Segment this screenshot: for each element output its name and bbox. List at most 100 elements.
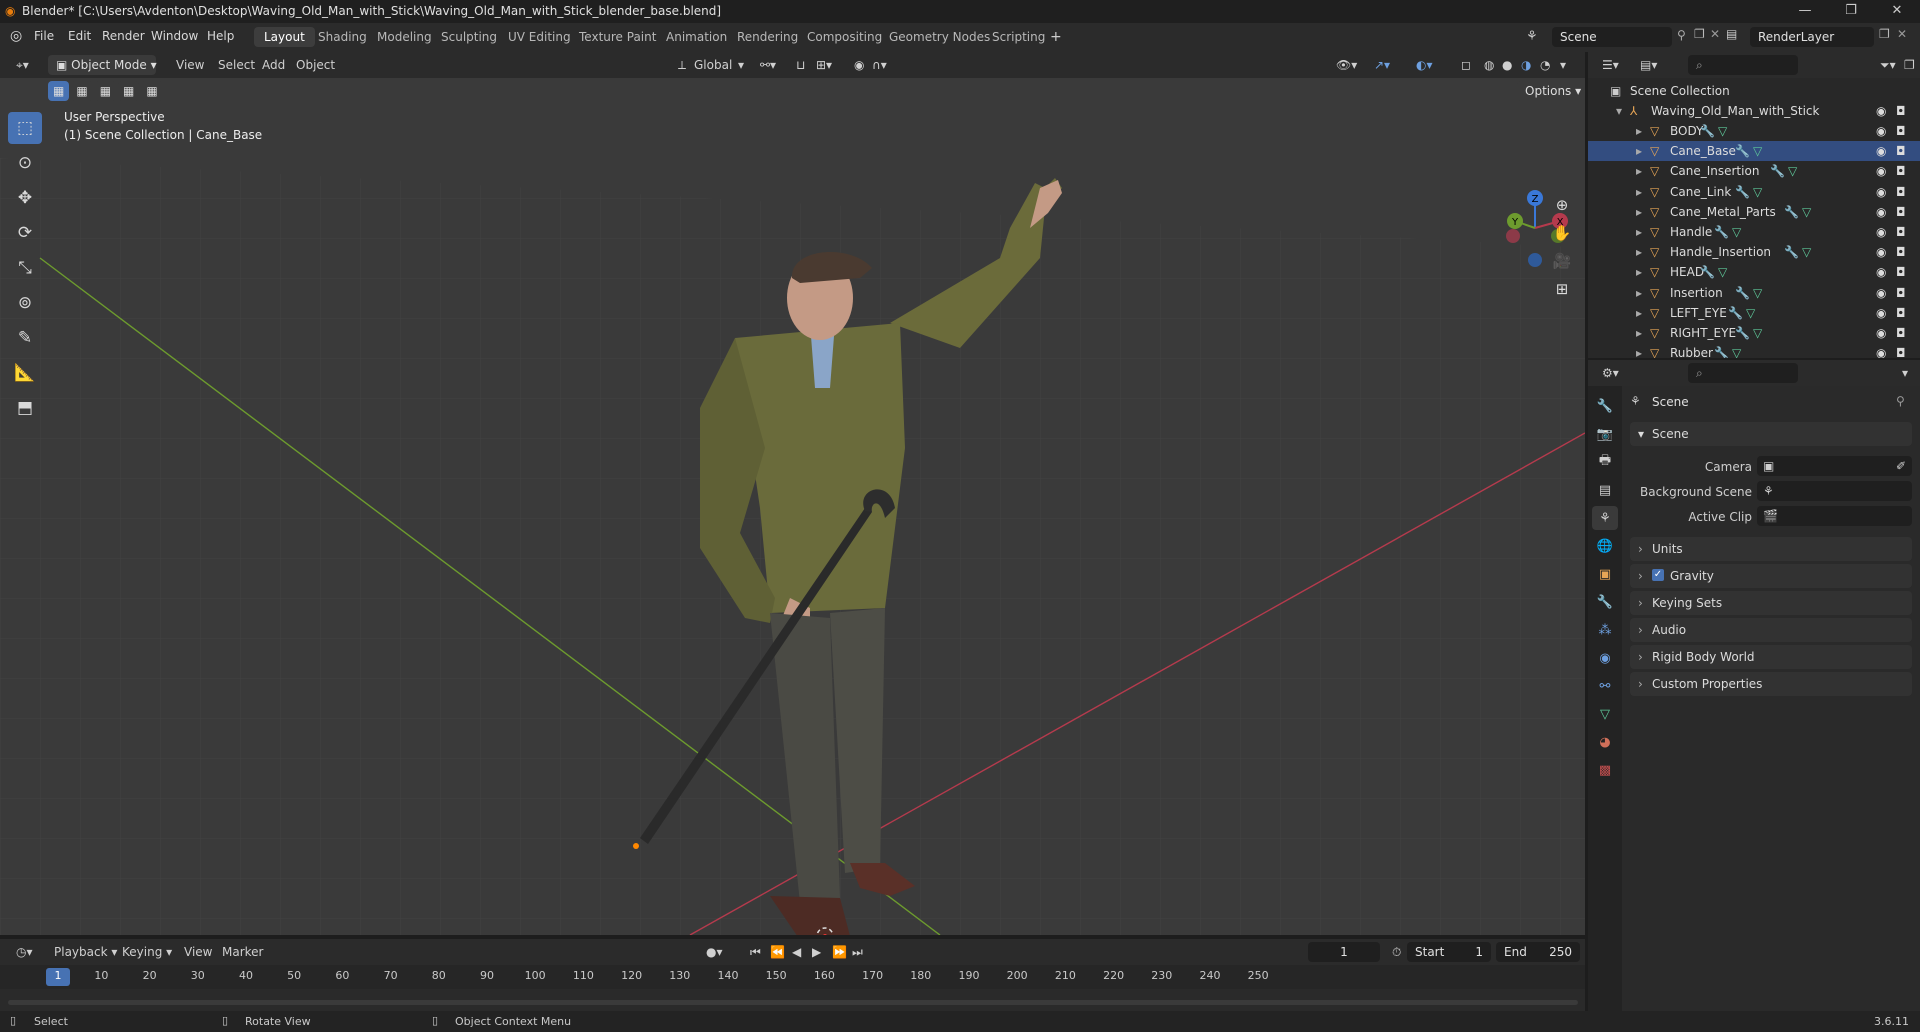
outliner-editor-icon[interactable]: ☰▾ [1596, 55, 1625, 75]
visibility-eye-icon[interactable]: ◉ [1876, 144, 1886, 158]
new-collection-icon[interactable]: ❐ [1898, 55, 1920, 75]
render-camera-icon[interactable]: ◘ [1896, 286, 1906, 300]
render-camera-icon[interactable]: ◘ [1896, 245, 1906, 259]
scene-panel-header[interactable]: ▾ Scene [1630, 422, 1912, 446]
mesh-data-icon[interactable]: ▽ [1746, 306, 1755, 320]
transform-icon[interactable]: ⊚ [8, 287, 42, 319]
falloff-icon[interactable]: ∩▾ [866, 55, 893, 75]
expand-arrow-icon[interactable]: ▸ [1636, 326, 1642, 340]
start-frame-field[interactable]: Start 1 [1407, 942, 1491, 962]
outliner-object-row[interactable]: ▸ ▽ RIGHT_EYE 🔧 ▽ ◉ ◘ [1588, 323, 1920, 343]
move-icon[interactable]: ✥ [8, 182, 42, 214]
modifier-wrench-icon[interactable]: 🔧 [1735, 286, 1750, 300]
view-layer-selector[interactable]: RenderLayer [1750, 27, 1874, 47]
editor-type-icon[interactable]: ⌖▾ [10, 55, 35, 75]
render-camera-icon[interactable]: ◘ [1896, 144, 1906, 158]
mesh-data-icon[interactable]: ▽ [1753, 144, 1762, 158]
modifier-wrench-icon[interactable]: 🔧 [1770, 164, 1785, 178]
cursor-icon[interactable]: ⊙ [8, 147, 42, 179]
modifier-tab-icon[interactable]: 🔧 [1592, 590, 1618, 614]
snap-target-icon[interactable]: ⊞▾ [810, 55, 838, 75]
outliner-object-row[interactable]: ▸ ▽ Insertion 🔧 ▽ ◉ ◘ [1588, 283, 1920, 303]
new-scene-icon[interactable]: ❐ [1694, 27, 1705, 41]
menu-view[interactable]: View [170, 55, 210, 75]
visibility-eye-icon[interactable]: ◉ [1876, 306, 1886, 320]
mesh-data-icon[interactable]: ▽ [1753, 185, 1762, 199]
visibility-eye-icon[interactable]: ◉ [1876, 225, 1886, 239]
particles-tab-icon[interactable]: ⁂ [1592, 618, 1618, 642]
pivot-point-icon[interactable]: ⚯▾ [754, 55, 782, 75]
expand-arrow-icon[interactable]: ▸ [1636, 144, 1642, 158]
mesh-data-icon[interactable]: ▽ [1788, 164, 1797, 178]
outliner-object-row[interactable]: ▸ ▽ Handle 🔧 ▽ ◉ ◘ [1588, 222, 1920, 242]
menu-object[interactable]: Object [290, 55, 341, 75]
outliner-object-row[interactable]: ▸ ▽ Handle_Insertion 🔧 ▽ ◉ ◘ [1588, 242, 1920, 262]
visibility-eye-icon[interactable]: ◉ [1876, 205, 1886, 219]
menu-window[interactable]: Window [151, 29, 198, 43]
play-reverse-icon[interactable]: ◀ [786, 942, 807, 962]
view-layer-tab-icon[interactable]: ▤ [1592, 478, 1618, 502]
mesh-data-icon[interactable]: ▽ [1718, 265, 1727, 279]
menu-playback[interactable]: Playback ▾ [48, 942, 123, 962]
mesh-data-icon[interactable]: ▽ [1732, 225, 1741, 239]
tab-scripting[interactable]: Scripting [982, 27, 1055, 47]
material-tab-icon[interactable]: ◕ [1592, 730, 1618, 754]
properties-search[interactable]: ⌕ [1688, 363, 1798, 383]
expand-arrow-icon[interactable]: ▸ [1636, 124, 1642, 138]
add-cube-icon[interactable]: ⬒ [8, 392, 42, 424]
modifier-wrench-icon[interactable]: 🔧 [1728, 306, 1743, 320]
visibility-eye-icon[interactable]: ◉ [1876, 326, 1886, 340]
play-icon[interactable]: ▶ [806, 942, 827, 962]
pin-icon[interactable]: ⚲ [1677, 28, 1686, 42]
render-camera-icon[interactable]: ◘ [1896, 124, 1906, 138]
render-camera-icon[interactable]: ◘ [1896, 104, 1906, 118]
outliner-object-row[interactable]: ▸ ▽ LEFT_EYE 🔧 ▽ ◉ ◘ [1588, 303, 1920, 323]
modifier-wrench-icon[interactable]: 🔧 [1735, 326, 1750, 340]
panel-custom-properties[interactable]: › Custom Properties [1630, 672, 1912, 696]
record-icon[interactable]: ●▾ [700, 942, 729, 962]
physics-tab-icon[interactable]: ◉ [1592, 646, 1618, 670]
jump-end-icon[interactable]: ⏭ [846, 942, 869, 962]
active-clip-field[interactable]: 🎬 [1757, 506, 1912, 526]
timeline-editor-icon[interactable]: ◷▾ [10, 942, 39, 962]
view-layer-browse-icon[interactable]: ▤ [1726, 27, 1737, 41]
world-tab-icon[interactable]: 🌐 [1592, 534, 1618, 558]
annotate-icon[interactable]: ✎ [8, 322, 42, 354]
render-camera-icon[interactable]: ◘ [1896, 346, 1906, 358]
modifier-wrench-icon[interactable]: 🔧 [1784, 205, 1799, 219]
modifier-wrench-icon[interactable]: 🔧 [1714, 225, 1729, 239]
timeline-scrollbar[interactable] [8, 1000, 1578, 1005]
select-extend-icon[interactable]: ▦ [71, 81, 93, 101]
visibility-eye-icon[interactable]: ◉ [1876, 124, 1886, 138]
mesh-data-icon[interactable]: ▽ [1802, 245, 1811, 259]
expand-arrow-icon[interactable]: ▸ [1636, 346, 1642, 358]
tool-tab-icon[interactable]: 🔧 [1592, 394, 1618, 418]
camera-field[interactable]: ▣ ✐ [1757, 456, 1912, 476]
options-button[interactable]: Options ▾ [1517, 81, 1585, 101]
measure-icon[interactable]: 📐 [8, 357, 42, 389]
select-new-icon[interactable]: ▦ [48, 81, 70, 101]
eyedropper-icon[interactable]: ✐ [1896, 459, 1906, 473]
visibility-eye-icon[interactable]: ◉ [1876, 265, 1886, 279]
timeline-track[interactable] [0, 989, 1585, 1011]
delete-view-layer-icon[interactable]: ✕ [1897, 27, 1907, 41]
outliner-object-row[interactable]: ▸ ▽ Cane_Metal_Parts 🔧 ▽ ◉ ◘ [1588, 202, 1920, 222]
camera-view-icon[interactable]: 🎥 [1548, 247, 1576, 275]
modifier-wrench-icon[interactable]: 🔧 [1700, 265, 1715, 279]
modifier-wrench-icon[interactable]: 🔧 [1700, 124, 1715, 138]
add-workspace-button[interactable]: + [1050, 29, 1062, 45]
preview-range-icon[interactable]: ⏱ [1386, 942, 1407, 962]
pan-hand-icon[interactable]: ✋ [1548, 219, 1576, 247]
menu-render[interactable]: Render [102, 29, 145, 43]
maximize-button[interactable]: ❐ [1828, 0, 1874, 23]
tab-layout[interactable]: Layout [254, 27, 315, 47]
tab-animation[interactable]: Animation [656, 27, 737, 47]
outliner-object-row[interactable]: ▸ ▽ Cane_Link 🔧 ▽ ◉ ◘ [1588, 182, 1920, 202]
panel-keying-sets[interactable]: › Keying Sets [1630, 591, 1912, 615]
select-box-icon[interactable]: ⬚ [8, 112, 42, 144]
scene-selector[interactable]: Scene [1552, 27, 1672, 47]
visibility-eye-icon[interactable]: ◉ [1876, 164, 1886, 178]
select-intersect-icon[interactable]: ▦ [141, 81, 163, 101]
orthographic-grid-icon[interactable]: ⊞ [1548, 275, 1576, 303]
scene-browse-icon[interactable]: ⚘ [1526, 29, 1538, 44]
